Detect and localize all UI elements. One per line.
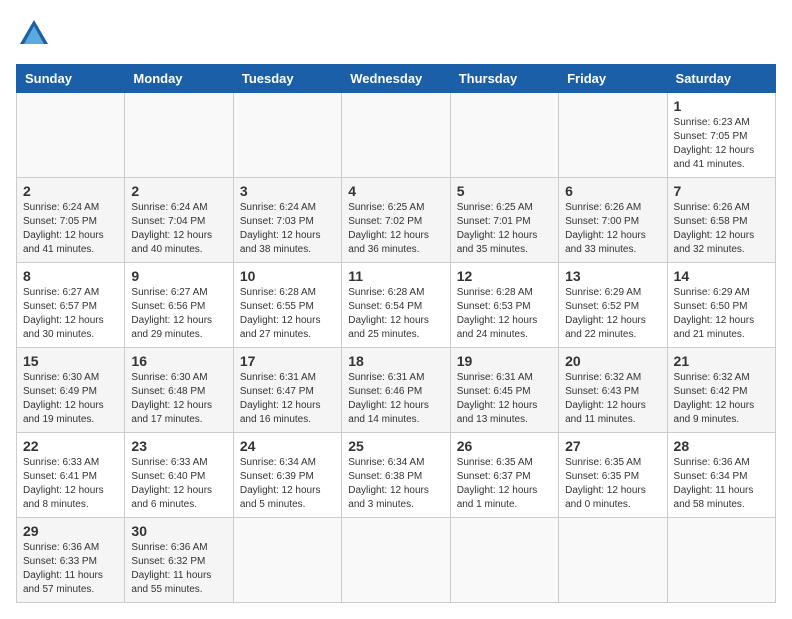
day-header-wednesday: Wednesday bbox=[342, 65, 450, 93]
empty-cell bbox=[342, 518, 450, 603]
calendar-table: SundayMondayTuesdayWednesdayThursdayFrid… bbox=[16, 64, 776, 603]
empty-cell bbox=[450, 518, 558, 603]
empty-cell bbox=[17, 93, 125, 178]
calendar-day-29: 29Sunrise: 6:36 AMSunset: 6:33 PMDayligh… bbox=[17, 518, 125, 603]
calendar-day-2: 2Sunrise: 6:24 AMSunset: 7:05 PMDaylight… bbox=[17, 178, 125, 263]
calendar-day-16: 16Sunrise: 6:30 AMSunset: 6:48 PMDayligh… bbox=[125, 348, 233, 433]
calendar-day-25: 25Sunrise: 6:34 AMSunset: 6:38 PMDayligh… bbox=[342, 433, 450, 518]
calendar-day-14: 14Sunrise: 6:29 AMSunset: 6:50 PMDayligh… bbox=[667, 263, 775, 348]
calendar-day-10: 10Sunrise: 6:28 AMSunset: 6:55 PMDayligh… bbox=[233, 263, 341, 348]
calendar-day-2: 2Sunrise: 6:24 AMSunset: 7:04 PMDaylight… bbox=[125, 178, 233, 263]
day-header-saturday: Saturday bbox=[667, 65, 775, 93]
calendar-day-1: 1Sunrise: 6:23 AMSunset: 7:05 PMDaylight… bbox=[667, 93, 775, 178]
calendar-day-19: 19Sunrise: 6:31 AMSunset: 6:45 PMDayligh… bbox=[450, 348, 558, 433]
calendar-day-9: 9Sunrise: 6:27 AMSunset: 6:56 PMDaylight… bbox=[125, 263, 233, 348]
empty-cell bbox=[125, 93, 233, 178]
day-header-monday: Monday bbox=[125, 65, 233, 93]
logo bbox=[16, 16, 56, 52]
empty-cell bbox=[450, 93, 558, 178]
calendar-day-6: 6Sunrise: 6:26 AMSunset: 7:00 PMDaylight… bbox=[559, 178, 667, 263]
empty-cell bbox=[559, 518, 667, 603]
calendar-day-22: 22Sunrise: 6:33 AMSunset: 6:41 PMDayligh… bbox=[17, 433, 125, 518]
calendar-day-11: 11Sunrise: 6:28 AMSunset: 6:54 PMDayligh… bbox=[342, 263, 450, 348]
day-header-sunday: Sunday bbox=[17, 65, 125, 93]
calendar-day-7: 7Sunrise: 6:26 AMSunset: 6:58 PMDaylight… bbox=[667, 178, 775, 263]
empty-cell bbox=[559, 93, 667, 178]
empty-cell bbox=[342, 93, 450, 178]
empty-cell bbox=[667, 518, 775, 603]
logo-icon bbox=[16, 16, 52, 52]
page-header bbox=[16, 16, 776, 52]
calendar-day-27: 27Sunrise: 6:35 AMSunset: 6:35 PMDayligh… bbox=[559, 433, 667, 518]
calendar-day-13: 13Sunrise: 6:29 AMSunset: 6:52 PMDayligh… bbox=[559, 263, 667, 348]
calendar-day-3: 3Sunrise: 6:24 AMSunset: 7:03 PMDaylight… bbox=[233, 178, 341, 263]
empty-cell bbox=[233, 518, 341, 603]
calendar-day-21: 21Sunrise: 6:32 AMSunset: 6:42 PMDayligh… bbox=[667, 348, 775, 433]
calendar-day-23: 23Sunrise: 6:33 AMSunset: 6:40 PMDayligh… bbox=[125, 433, 233, 518]
empty-cell bbox=[233, 93, 341, 178]
calendar-day-26: 26Sunrise: 6:35 AMSunset: 6:37 PMDayligh… bbox=[450, 433, 558, 518]
day-header-friday: Friday bbox=[559, 65, 667, 93]
calendar-day-5: 5Sunrise: 6:25 AMSunset: 7:01 PMDaylight… bbox=[450, 178, 558, 263]
day-header-tuesday: Tuesday bbox=[233, 65, 341, 93]
calendar-day-18: 18Sunrise: 6:31 AMSunset: 6:46 PMDayligh… bbox=[342, 348, 450, 433]
calendar-day-30: 30Sunrise: 6:36 AMSunset: 6:32 PMDayligh… bbox=[125, 518, 233, 603]
calendar-day-4: 4Sunrise: 6:25 AMSunset: 7:02 PMDaylight… bbox=[342, 178, 450, 263]
calendar-day-15: 15Sunrise: 6:30 AMSunset: 6:49 PMDayligh… bbox=[17, 348, 125, 433]
calendar-day-12: 12Sunrise: 6:28 AMSunset: 6:53 PMDayligh… bbox=[450, 263, 558, 348]
calendar-day-24: 24Sunrise: 6:34 AMSunset: 6:39 PMDayligh… bbox=[233, 433, 341, 518]
calendar-day-20: 20Sunrise: 6:32 AMSunset: 6:43 PMDayligh… bbox=[559, 348, 667, 433]
calendar-day-8: 8Sunrise: 6:27 AMSunset: 6:57 PMDaylight… bbox=[17, 263, 125, 348]
calendar-day-28: 28Sunrise: 6:36 AMSunset: 6:34 PMDayligh… bbox=[667, 433, 775, 518]
day-header-thursday: Thursday bbox=[450, 65, 558, 93]
calendar-day-17: 17Sunrise: 6:31 AMSunset: 6:47 PMDayligh… bbox=[233, 348, 341, 433]
